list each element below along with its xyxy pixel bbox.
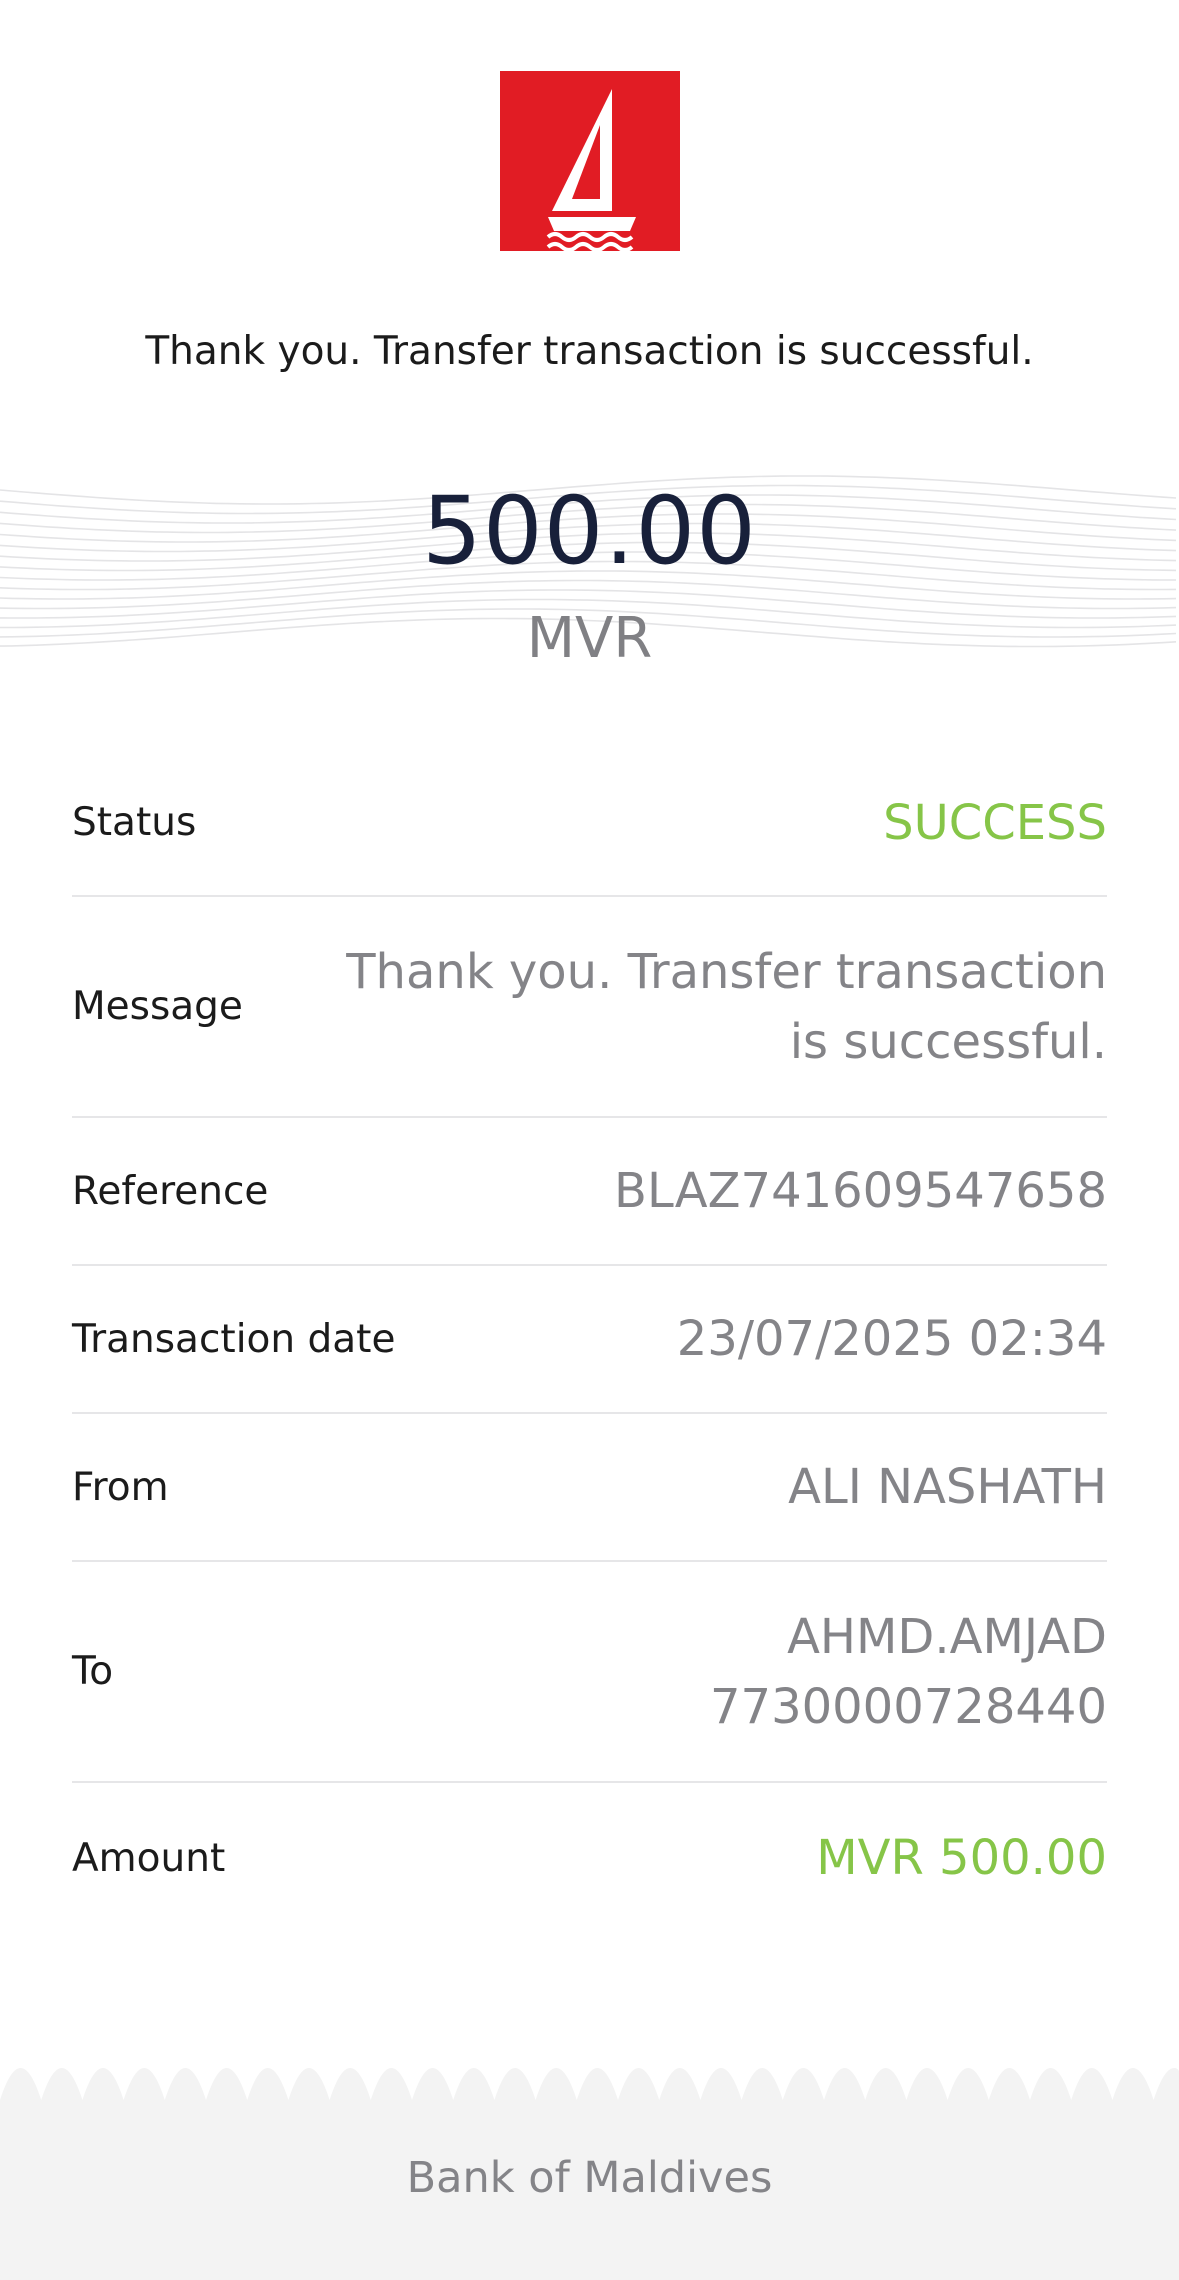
reference-value: BLAZ741609547658 (614, 1163, 1107, 1219)
detail-row-message: Message Thank you. Transfer transaction … (72, 897, 1107, 1118)
bank-logo (500, 71, 680, 251)
sailboat-icon (546, 89, 636, 251)
detail-row-to: To AHMD.AMJAD 7730000728440 (72, 1562, 1107, 1783)
detail-row-reference: Reference BLAZ741609547658 (72, 1118, 1107, 1266)
message-value: Thank you. Transfer transaction is succe… (346, 937, 1107, 1077)
to-value: AHMD.AMJAD 7730000728440 (710, 1602, 1107, 1742)
detail-row-amount: Amount MVR 500.00 (72, 1783, 1107, 1933)
transfer-currency: MVR (526, 606, 653, 671)
transaction-date-value: 23/07/2025 02:34 (676, 1311, 1107, 1367)
message-label: Message (72, 984, 243, 1029)
detail-row-transaction-date: Transaction date 23/07/2025 02:34 (72, 1266, 1107, 1414)
message-value-line-1: Thank you. Transfer transaction (346, 943, 1107, 1000)
detail-row-status: Status SUCCESS (72, 750, 1107, 897)
to-label: To (72, 1649, 114, 1694)
from-value: ALI NASHATH (788, 1459, 1107, 1515)
to-value-line-1: AHMD.AMJAD (787, 1608, 1107, 1665)
detail-row-from: From ALI NASHATH (72, 1414, 1107, 1562)
reference-label: Reference (72, 1168, 269, 1214)
transaction-date-label: Transaction date (72, 1316, 396, 1362)
from-label: From (72, 1464, 169, 1510)
message-value-line-2: is successful. (789, 1013, 1107, 1070)
amount-value: MVR 500.00 (816, 1830, 1107, 1886)
transaction-details: Status SUCCESS Message Thank you. Transf… (72, 750, 1107, 1933)
transfer-amount: 500.00 (422, 477, 757, 586)
to-value-line-2: 7730000728440 (709, 1678, 1107, 1735)
footer-bank-name: Bank of Maldives (406, 2153, 773, 2203)
amount-label: Amount (72, 1835, 226, 1881)
success-headline: Thank you. Transfer transaction is succe… (145, 329, 1034, 374)
status-label: Status (72, 800, 197, 845)
status-value: SUCCESS (883, 794, 1107, 851)
